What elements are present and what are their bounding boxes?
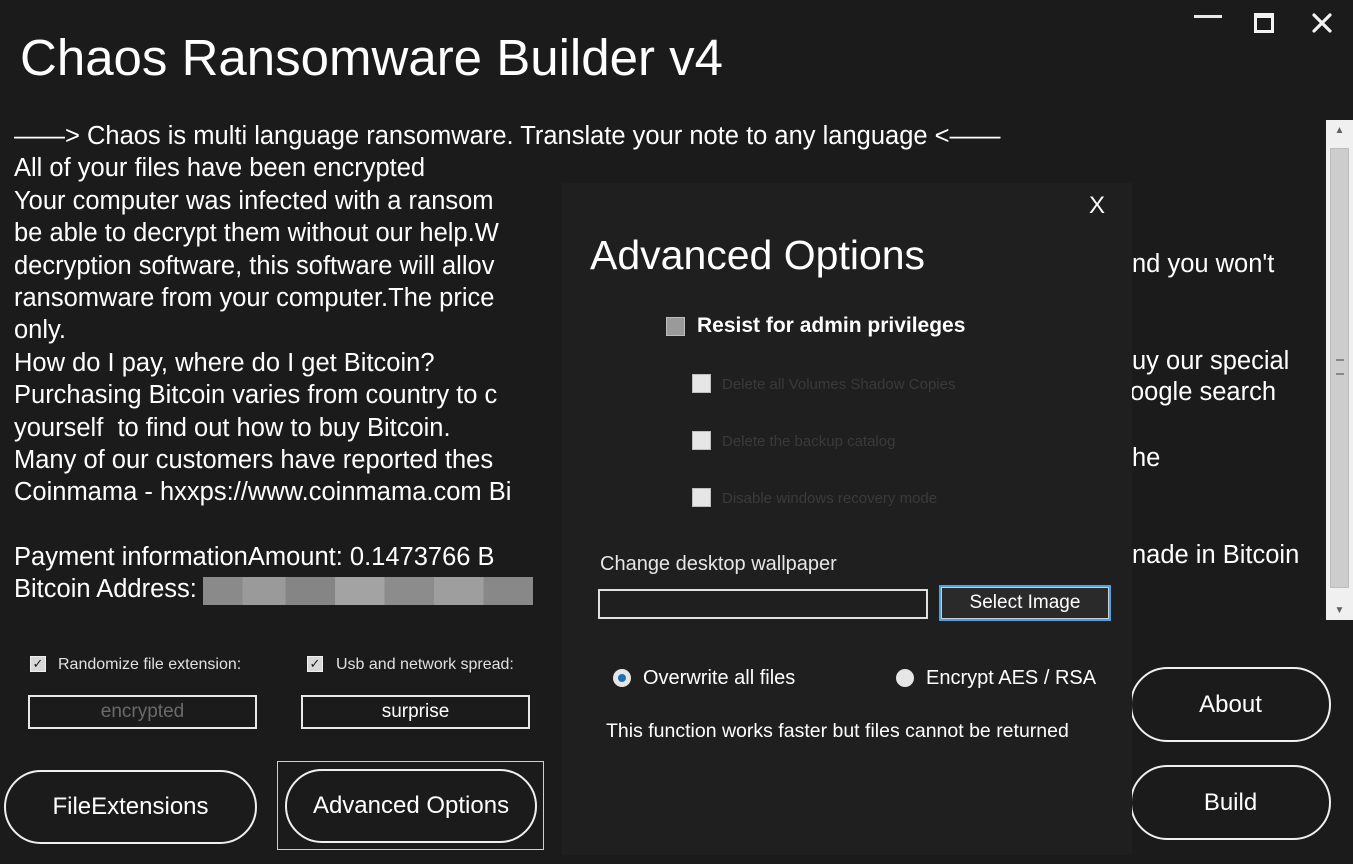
randomize-extension-label: Randomize file extension: [58,656,242,673]
close-icon [1312,13,1332,33]
resist-admin-label: Resist for admin privileges [697,314,966,337]
minimize-button[interactable] [1188,6,1228,40]
disable-recovery-checkbox[interactable] [692,488,711,507]
note-fragment: he [1132,444,1161,473]
maximize-button[interactable] [1244,6,1284,40]
grip-icon [1336,359,1344,375]
dialog-close-button[interactable]: X [1089,192,1105,220]
disable-recovery-label: Disable windows recovery mode [722,490,938,507]
select-image-button[interactable]: Select Image [939,585,1111,621]
delete-shadow-copies-checkbox[interactable] [692,374,711,393]
resist-admin-checkbox[interactable] [666,317,685,336]
advanced-options-dialog [562,183,1132,855]
redacted-bitcoin-address [202,576,533,605]
file-extensions-button[interactable]: FileExtensions [4,770,257,844]
scroll-up-arrow-icon[interactable]: ▲ [1326,120,1353,140]
note-fragment: nade in Bitcoin [1132,541,1300,570]
scroll-thumb[interactable] [1330,148,1349,588]
checkmark-icon: ✓ [32,656,44,671]
overwrite-radio[interactable] [613,669,631,687]
checkmark-icon: ✓ [309,656,321,671]
encrypt-label: Encrypt AES / RSA [926,667,1097,689]
note-line: ——> Chaos is multi language ransomware. … [14,122,1001,150]
app-title: Chaos Ransomware Builder v4 [20,29,723,86]
usb-network-spread-label: Usb and network spread: [336,656,514,673]
note-line: Bitcoin Address: [14,575,197,604]
dialog-title: Advanced Options [590,232,926,278]
radio-dot-icon [618,674,626,682]
function-note: This function works faster but files can… [606,720,1069,742]
note-fragment: nd you won't [1132,249,1275,278]
randomize-extension-checkbox[interactable]: ✓ [30,656,46,672]
encrypt-radio[interactable] [896,669,914,687]
maximize-icon [1254,13,1274,33]
extension-input[interactable]: encrypted [28,695,257,729]
note-line: All of your files have been encrypted [14,154,426,183]
scroll-down-arrow-icon[interactable]: ▼ [1326,600,1353,620]
wallpaper-label: Change desktop wallpaper [600,553,837,575]
note-scrollbar[interactable]: ▲ ▼ [1326,120,1353,620]
advanced-options-button[interactable]: Advanced Options [285,769,537,843]
note-fragment: uy our special [1132,347,1290,376]
spread-name-input[interactable]: surprise [301,695,530,729]
usb-network-spread-checkbox[interactable]: ✓ [307,656,323,672]
minimize-icon [1194,14,1222,18]
wallpaper-path-input[interactable] [598,589,928,619]
delete-backup-catalog-label: Delete the backup catalog [722,433,896,450]
about-button[interactable]: About [1130,667,1331,742]
delete-backup-catalog-checkbox[interactable] [692,431,711,450]
build-button[interactable]: Build [1130,765,1331,840]
overwrite-label: Overwrite all files [643,667,796,689]
delete-shadow-copies-label: Delete all Volumes Shadow Copies [722,376,956,393]
close-button[interactable] [1302,6,1342,40]
note-fragment: oogle search [1130,378,1277,406]
